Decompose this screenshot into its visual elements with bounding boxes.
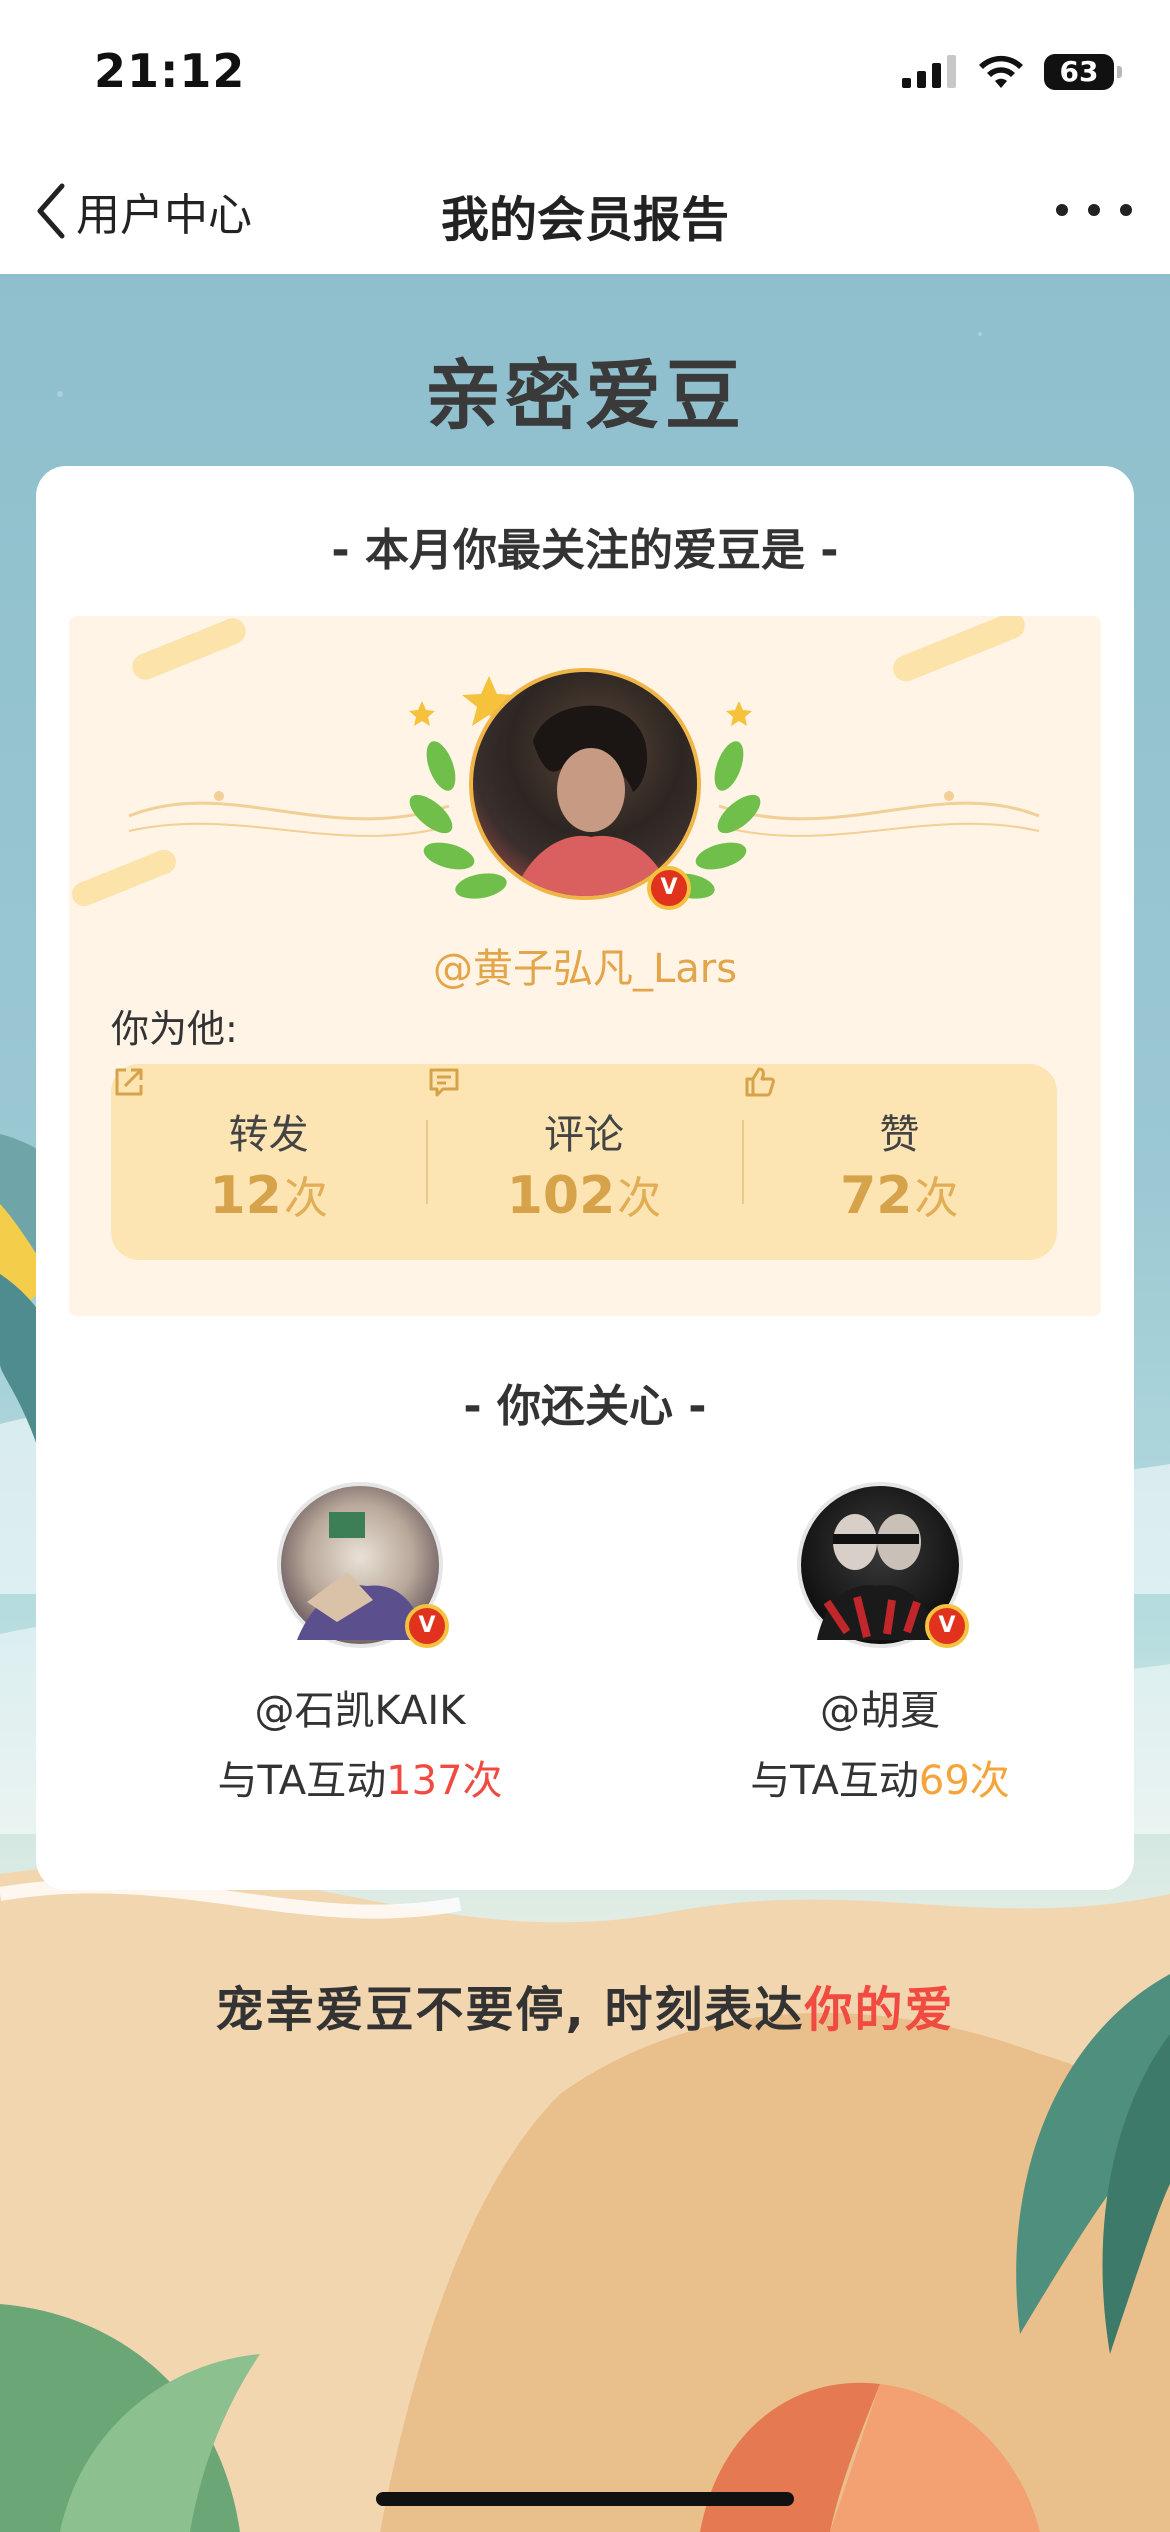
wifi-icon (979, 55, 1023, 88)
stat-unit: 次 (283, 1173, 328, 1224)
comment-icon (429, 1068, 459, 1097)
verified-badge-icon: V (647, 866, 691, 910)
stat-like[interactable]: 赞 72次 (741, 1064, 1057, 1260)
slogan: 宠幸爱豆不要停, 时刻表达你的爱 (0, 1970, 1170, 2040)
battery-level: 63 (1059, 55, 1099, 88)
stat-comment[interactable]: 评论 102次 (426, 1064, 741, 1260)
for-him-label: 你为他: (111, 1007, 238, 1051)
verified-badge-icon: V (925, 1604, 969, 1648)
also-idol-name: @石凯KAIK (254, 1688, 466, 1734)
more-options-button[interactable] (1056, 190, 1132, 230)
stat-label: 评论 (543, 1112, 624, 1158)
verified-badge-icon: V (405, 1604, 449, 1648)
top-idol-name[interactable]: @黄子弘凡_Lars (69, 936, 1101, 994)
interaction-count: 与TA互动137次 (180, 1748, 540, 1806)
nav-bar: 用户中心 我的会员报告 (0, 150, 1170, 275)
top-idol-panel: V @黄子弘凡_Lars 你为他: 转发 12次 评论 102次 赞 72次 (69, 616, 1101, 1316)
page-title: 我的会员报告 (440, 192, 729, 248)
status-icons: 63 (902, 50, 1122, 94)
also-care-heading: - 你还关心 - (463, 1381, 707, 1432)
also-idol-item[interactable]: V @胡夏 与TA互动69次 (700, 1482, 1060, 1806)
stat-repost[interactable]: 转发 12次 (111, 1064, 426, 1260)
also-idol-name: @胡夏 (820, 1688, 940, 1734)
like-icon (745, 1067, 775, 1097)
more-dot-icon (1056, 204, 1068, 216)
interaction-count: 与TA互动69次 (700, 1748, 1060, 1806)
also-idol-item[interactable]: V @石凯KAIK 与TA互动137次 (180, 1482, 540, 1806)
report-background: 亲密爱豆 - 本月你最关注的爱豆是 - V @黄子弘凡_Lars 你为他: 转发… (0, 274, 1170, 2532)
cellular-signal-icon (902, 55, 956, 88)
status-bar: 21:12 63 (0, 0, 1170, 150)
stat-unit: 次 (914, 1173, 959, 1224)
stat-label: 赞 (879, 1112, 920, 1158)
slogan-highlight: 你的爱 (804, 1982, 955, 2038)
interaction-count-value: 137次 (386, 1758, 503, 1804)
interaction-stats: 转发 12次 评论 102次 赞 72次 (111, 1064, 1057, 1260)
battery-icon: 63 (1044, 54, 1122, 90)
idol-report-card: - 本月你最关注的爱豆是 - V @黄子弘凡_Lars 你为他: 转发 12次 … (36, 466, 1134, 1890)
interaction-count-value: 69次 (918, 1758, 1010, 1804)
more-dot-icon (1120, 204, 1132, 216)
stat-value: 72 (840, 1166, 913, 1226)
status-time: 21:12 (94, 44, 246, 98)
more-dot-icon (1088, 204, 1100, 216)
section-title: 亲密爱豆 (425, 351, 745, 440)
stat-value: 102 (506, 1166, 616, 1226)
home-indicator[interactable] (376, 2492, 794, 2506)
stat-label: 转发 (228, 1112, 309, 1158)
interaction-prefix: 与TA互动 (750, 1758, 919, 1804)
share-icon (115, 1068, 143, 1096)
stat-value: 12 (209, 1166, 282, 1226)
interaction-prefix: 与TA互动 (217, 1758, 387, 1804)
stat-unit: 次 (617, 1173, 662, 1224)
avatar-portrait-icon (513, 705, 673, 896)
slogan-text: 宠幸爱豆不要停, 时刻表达 (215, 1982, 805, 2038)
top-idol-heading: - 本月你最关注的爱豆是 - (331, 525, 839, 576)
